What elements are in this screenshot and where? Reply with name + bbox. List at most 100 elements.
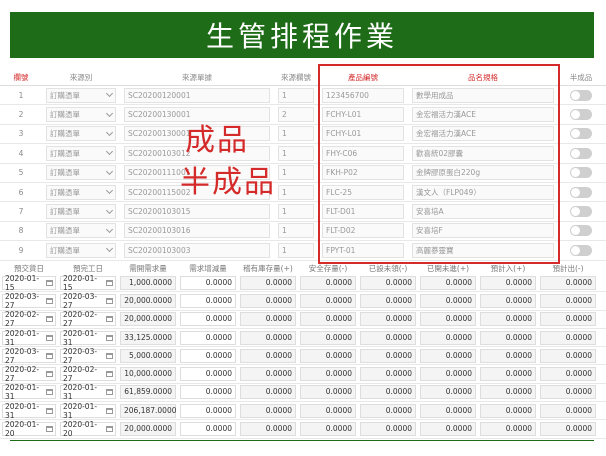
source-line-field[interactable]: 1 bbox=[278, 165, 314, 181]
source-type-select[interactable]: 訂購憑單 bbox=[46, 87, 116, 103]
completion-date-field[interactable]: 2020-03-27 bbox=[60, 292, 116, 310]
source-type-value: 訂購憑單 bbox=[50, 129, 80, 139]
semi-finished-toggle[interactable] bbox=[570, 186, 592, 198]
source-type-select[interactable]: 訂購憑單 bbox=[46, 242, 116, 258]
chevron-down-icon bbox=[105, 245, 114, 253]
source-doc-field[interactable]: SC20200120001 bbox=[124, 87, 270, 103]
source-doc-field[interactable]: SC20200103016 bbox=[124, 223, 270, 239]
calendar-icon[interactable] bbox=[106, 389, 113, 396]
calendar-icon[interactable] bbox=[106, 426, 113, 433]
quantity-field[interactable]: 0.0000 bbox=[180, 275, 236, 290]
delivery-date-value: 2020-03-27 bbox=[5, 291, 40, 310]
source-line-field[interactable]: 1 bbox=[278, 126, 314, 142]
source-type-select[interactable]: 訂購憑單 bbox=[46, 204, 116, 220]
calendar-icon[interactable] bbox=[46, 426, 53, 433]
delivery-date-field[interactable]: 2020-02-27 bbox=[2, 310, 56, 328]
source-line-field[interactable]: 1 bbox=[278, 204, 314, 220]
quantity-field[interactable]: 0.0000 bbox=[180, 403, 236, 418]
delivery-date-value: 2020-01-15 bbox=[5, 273, 40, 292]
calendar-icon[interactable] bbox=[46, 334, 53, 341]
chevron-down-icon bbox=[105, 90, 114, 98]
calendar-icon[interactable] bbox=[46, 389, 53, 396]
delivery-date-field[interactable]: 2020-03-27 bbox=[2, 291, 56, 310]
quantity-field: 0.0000 bbox=[420, 330, 476, 345]
calendar-icon[interactable] bbox=[106, 371, 113, 378]
calendar-icon[interactable] bbox=[46, 352, 53, 359]
calendar-icon[interactable] bbox=[46, 279, 53, 286]
source-line-field[interactable]: 1 bbox=[278, 145, 314, 161]
quantity-field: 0.0000 bbox=[540, 422, 596, 437]
semi-finished-toggle[interactable] bbox=[570, 109, 592, 121]
completion-date-field[interactable]: 2020-03-27 bbox=[60, 347, 116, 365]
calendar-icon[interactable] bbox=[106, 407, 113, 414]
row-number: 6 bbox=[18, 187, 24, 197]
source-doc-field[interactable]: SC20200103003 bbox=[124, 242, 270, 258]
calendar-icon[interactable] bbox=[46, 297, 53, 304]
quantity-field[interactable]: 0.0000 bbox=[180, 422, 236, 437]
completion-date-field[interactable]: 2020-01-20 bbox=[60, 420, 116, 438]
schedule-col-header: 需開需求量 bbox=[129, 264, 167, 273]
quantity-field: 0.0000 bbox=[420, 348, 476, 363]
source-line-field[interactable]: 1 bbox=[278, 184, 314, 200]
calendar-icon[interactable] bbox=[46, 371, 53, 378]
completion-date-field[interactable]: 2020-02-27 bbox=[60, 310, 116, 329]
source-line-field[interactable]: 1 bbox=[278, 242, 314, 258]
completion-date-field[interactable]: 2020-01-31 bbox=[60, 383, 116, 401]
source-line-field[interactable]: 1 bbox=[278, 87, 314, 103]
schedule-row: 2020-01-31 2020-01-31 206,187.0000 0.0000 0.… bbox=[0, 402, 606, 421]
source-doc-field[interactable]: SC20200103015 bbox=[124, 204, 270, 220]
calendar-icon[interactable] bbox=[46, 316, 53, 323]
source-line-field[interactable]: 2 bbox=[278, 107, 314, 123]
page-title-banner: 生管排程作業 bbox=[10, 12, 594, 58]
completion-date-field[interactable]: 2020-02-27 bbox=[60, 365, 116, 383]
source-type-select[interactable]: 訂購憑單 bbox=[46, 165, 116, 181]
calendar-icon[interactable] bbox=[46, 407, 53, 414]
source-type-value: 訂購憑單 bbox=[50, 90, 80, 100]
source-type-select[interactable]: 訂購憑單 bbox=[46, 184, 116, 200]
calendar-icon[interactable] bbox=[106, 279, 113, 286]
quantity-field: 0.0000 bbox=[420, 275, 476, 290]
calendar-icon[interactable] bbox=[106, 352, 113, 359]
delivery-date-field[interactable]: 2020-03-27 bbox=[2, 347, 56, 365]
chevron-down-icon bbox=[105, 225, 114, 233]
quantity-field[interactable]: 0.0000 bbox=[180, 330, 236, 345]
semi-finished-toggle[interactable] bbox=[570, 244, 592, 256]
quantity-field[interactable]: 0.0000 bbox=[180, 293, 236, 308]
semi-finished-toggle[interactable] bbox=[570, 206, 592, 218]
source-type-select[interactable]: 訂購憑單 bbox=[46, 145, 116, 161]
quantity-field: 0.0000 bbox=[300, 330, 356, 345]
delivery-date-field[interactable]: 2020-01-31 bbox=[2, 402, 56, 420]
source-type-select[interactable]: 訂購憑單 bbox=[46, 107, 116, 123]
quantity-field[interactable]: 0.0000 bbox=[180, 367, 236, 382]
delivery-date-field[interactable]: 2020-01-20 bbox=[2, 420, 56, 439]
row-number: 3 bbox=[18, 129, 24, 139]
semi-finished-toggle[interactable] bbox=[570, 167, 592, 179]
semi-finished-toggle[interactable] bbox=[570, 225, 592, 237]
quantity-field: 0.0000 bbox=[540, 403, 596, 418]
source-type-select[interactable]: 訂購憑單 bbox=[46, 126, 116, 142]
source-line-field[interactable]: 1 bbox=[278, 223, 314, 239]
semi-finished-toggle[interactable] bbox=[570, 89, 592, 101]
semi-finished-toggle[interactable] bbox=[570, 147, 592, 159]
source-type-select[interactable]: 訂購憑單 bbox=[46, 223, 116, 239]
delivery-date-field[interactable]: 2020-01-15 bbox=[2, 273, 56, 292]
delivery-date-field[interactable]: 2020-01-31 bbox=[2, 383, 56, 401]
quantity-field[interactable]: 0.0000 bbox=[180, 348, 236, 363]
delivery-date-field[interactable]: 2020-02-27 bbox=[2, 365, 56, 383]
completion-date-field[interactable]: 2020-01-31 bbox=[60, 402, 116, 420]
completion-date-value: 2020-02-27 bbox=[63, 310, 98, 329]
quantity-field[interactable]: 0.0000 bbox=[180, 385, 236, 400]
calendar-icon[interactable] bbox=[106, 316, 113, 323]
calendar-icon[interactable] bbox=[106, 334, 113, 341]
completion-date-field[interactable]: 2020-01-31 bbox=[60, 329, 116, 347]
calendar-icon[interactable] bbox=[106, 297, 113, 304]
quantity-field: 0.0000 bbox=[240, 403, 296, 418]
row-number: 1 bbox=[18, 90, 24, 100]
col-source-line-header: 來源欄號 bbox=[281, 73, 311, 82]
semi-finished-toggle[interactable] bbox=[570, 128, 592, 140]
quantity-field[interactable]: 0.0000 bbox=[180, 312, 236, 327]
delivery-date-value: 2020-01-20 bbox=[5, 420, 40, 439]
delivery-date-field[interactable]: 2020-01-31 bbox=[2, 329, 56, 347]
completion-date-field[interactable]: 2020-01-15 bbox=[60, 274, 116, 292]
quantity-field: 0.0000 bbox=[420, 385, 476, 400]
